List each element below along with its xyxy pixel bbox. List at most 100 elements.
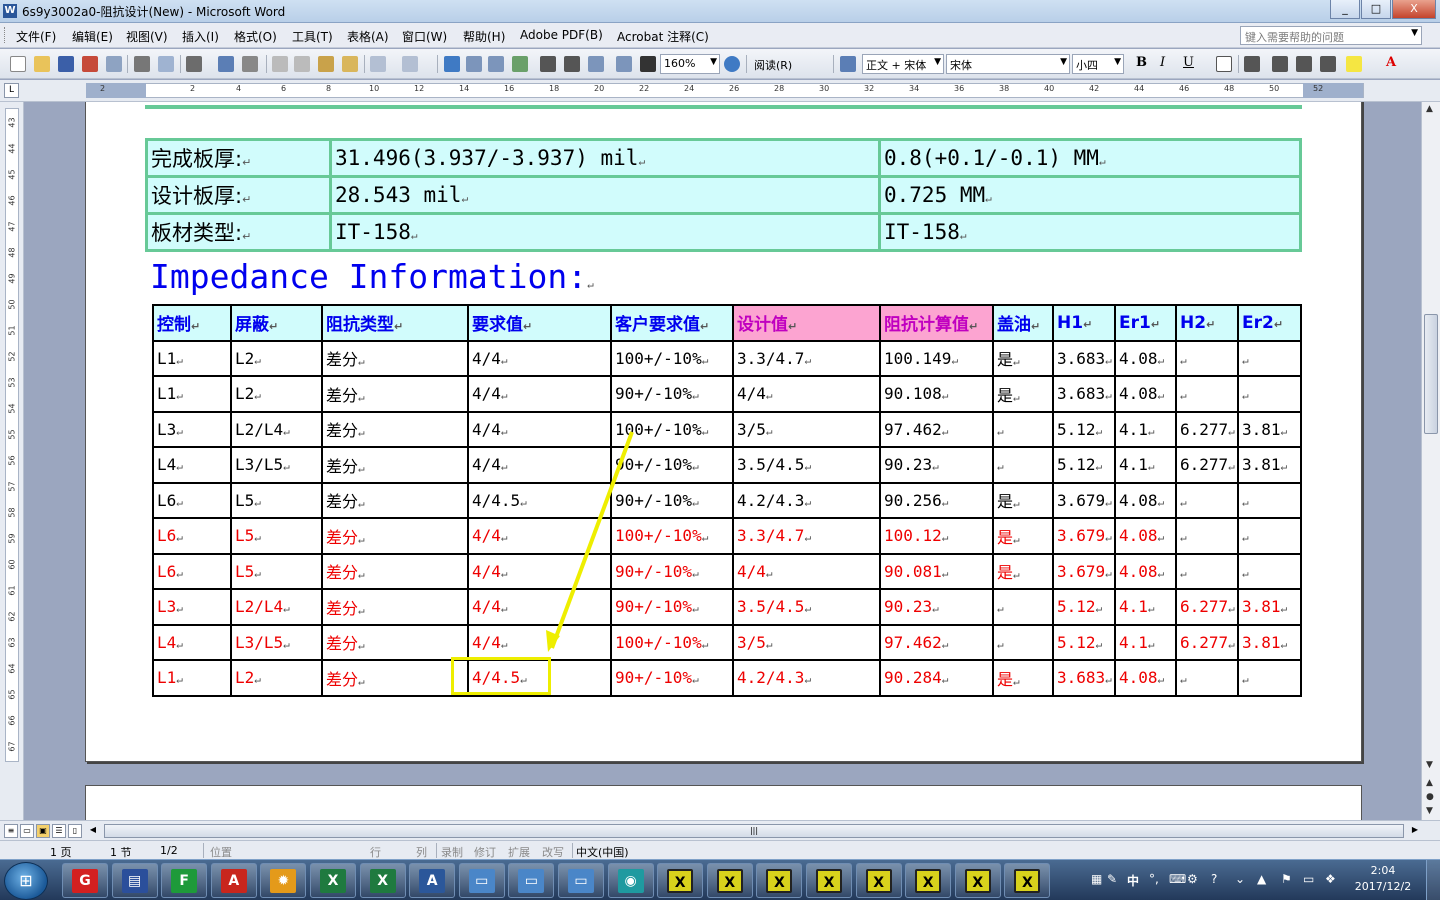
- next-page-icon[interactable]: ▼: [1426, 806, 1433, 816]
- styles-pane-icon[interactable]: [840, 56, 856, 72]
- research-icon[interactable]: [242, 56, 258, 72]
- taskbar-app-x-6[interactable]: X: [905, 863, 952, 898]
- table-cell[interactable]: 差分↵: [321, 481, 469, 519]
- table-cell[interactable]: 100.12↵: [879, 517, 994, 555]
- help-icon[interactable]: [724, 56, 740, 72]
- table-cell[interactable]: L2/L4↵: [230, 410, 323, 448]
- table-cell[interactable]: 差分↵: [321, 623, 469, 661]
- table-cell[interactable]: 是↵: [992, 552, 1054, 590]
- taskbar-app-x-2[interactable]: X: [706, 863, 753, 898]
- table-cell[interactable]: ↵: [1175, 552, 1239, 590]
- column-header[interactable]: 设计值↵: [732, 304, 881, 342]
- start-button[interactable]: ⊞: [4, 862, 48, 900]
- insert-table-icon[interactable]: [488, 56, 504, 72]
- document-map-icon[interactable]: [588, 56, 604, 72]
- menu-grip[interactable]: [4, 27, 7, 43]
- menu-tools[interactable]: 工具(T): [292, 28, 333, 45]
- table-cell[interactable]: 4/4↵: [467, 552, 612, 590]
- column-header[interactable]: 控制↵: [152, 304, 232, 342]
- print-icon[interactable]: [134, 56, 150, 72]
- zoom-select[interactable]: 160% ▼: [660, 54, 720, 74]
- table-cell[interactable]: L6↵: [152, 517, 232, 555]
- table-cell[interactable]: 4.1↵: [1114, 410, 1177, 448]
- column-header[interactable]: H2↵: [1175, 304, 1239, 342]
- table-cell[interactable]: 4/4↵: [467, 623, 612, 661]
- copy-icon[interactable]: [294, 56, 310, 72]
- taskbar-app-window-3[interactable]: ▭: [558, 863, 604, 898]
- table-cell[interactable]: 4/4↵: [467, 339, 612, 377]
- table-cell[interactable]: 100+/-10%↵: [610, 410, 734, 448]
- table-cell[interactable]: 4.08↵: [1114, 481, 1177, 519]
- scroll-down-icon[interactable]: ▼: [1426, 760, 1433, 770]
- app-tray-icon[interactable]: ❖: [1325, 872, 1336, 886]
- table-cell[interactable]: L4↵: [152, 623, 232, 661]
- table-cell[interactable]: ↵: [992, 410, 1054, 448]
- menu-view[interactable]: 视图(V): [126, 28, 168, 45]
- table-cell[interactable]: L5↵: [230, 517, 323, 555]
- table-cell[interactable]: ↵: [1175, 481, 1239, 519]
- table-cell[interactable]: ↵: [1175, 517, 1239, 555]
- table-cell[interactable]: 6.277↵: [1175, 446, 1239, 484]
- paste-icon[interactable]: [318, 56, 334, 72]
- table-cell[interactable]: 3.679↵: [1052, 552, 1116, 590]
- table-cell[interactable]: 3.683↵: [1052, 659, 1116, 697]
- info-value-mm[interactable]: 0.725 MM↵: [878, 175, 1302, 215]
- table-cell[interactable]: 3.3/4.7↵: [732, 517, 881, 555]
- scroll-thumb[interactable]: [1424, 314, 1438, 434]
- table-cell[interactable]: 3/5↵: [732, 623, 881, 661]
- table-cell[interactable]: 是↵: [992, 659, 1054, 697]
- browse-object-icon[interactable]: ●: [1426, 792, 1434, 802]
- table-cell[interactable]: 4.2/4.3↵: [732, 659, 881, 697]
- network-icon[interactable]: ▭: [1303, 872, 1314, 886]
- taskbar-app-window-1[interactable]: ▭: [458, 863, 505, 898]
- menu-adobe-pdf[interactable]: Adobe PDF(B): [520, 28, 603, 42]
- table-cell[interactable]: 90.23↵: [879, 446, 994, 484]
- scroll-right-icon[interactable]: ▶: [1408, 824, 1422, 838]
- table-cell[interactable]: 5.12↵: [1052, 410, 1116, 448]
- language-bar-icon[interactable]: ⌄: [1235, 872, 1245, 886]
- table-cell[interactable]: L2/L4↵: [230, 588, 323, 626]
- read-mode-button[interactable]: 阅读(R): [754, 57, 792, 73]
- taskbar-app-excel-2[interactable]: X: [359, 863, 406, 898]
- print-preview-icon[interactable]: [158, 56, 174, 72]
- taskbar-app-shell[interactable]: ✹: [260, 863, 307, 898]
- taskbar-app-window-2[interactable]: ▭: [508, 863, 555, 898]
- taskbar-app-x-7[interactable]: X: [954, 863, 1001, 898]
- column-header[interactable]: 阻抗计算值↵: [879, 304, 994, 342]
- help-search-input[interactable]: 键入需要帮助的问题 ▼: [1240, 26, 1422, 45]
- table-cell[interactable]: 3.81↵: [1237, 623, 1302, 661]
- table-cell[interactable]: 4/4↵: [467, 517, 612, 555]
- table-cell[interactable]: 97.462↵: [879, 410, 994, 448]
- cut-icon[interactable]: [272, 56, 288, 72]
- document-content[interactable]: 完成板厚:↵ 31.496(3.937/-3.937) mil↵ 0.8(+0.…: [0, 102, 1421, 762]
- taskbar-app-app-g[interactable]: G: [62, 863, 108, 898]
- char-border-icon[interactable]: [1216, 56, 1232, 72]
- hyperlink-icon[interactable]: [444, 56, 460, 72]
- taskbar-app-adobe[interactable]: A: [210, 863, 257, 898]
- table-cell[interactable]: 6.277↵: [1175, 588, 1239, 626]
- table-cell[interactable]: 90+/-10%↵: [610, 659, 734, 697]
- redo-icon[interactable]: [402, 56, 418, 72]
- table-cell[interactable]: ↵: [1237, 659, 1302, 697]
- info-value-mm[interactable]: IT-158↵: [878, 212, 1302, 252]
- table-cell[interactable]: 3.3/4.7↵: [732, 339, 881, 377]
- previous-page-icon[interactable]: ▲: [1426, 778, 1433, 788]
- table-cell[interactable]: ↵: [1237, 375, 1302, 413]
- show-hidden-icons-icon[interactable]: ▲: [1257, 872, 1266, 886]
- table-cell[interactable]: 3.679↵: [1052, 481, 1116, 519]
- table-cell[interactable]: 5.12↵: [1052, 446, 1116, 484]
- info-value-mil[interactable]: 31.496(3.937/-3.937) mil↵: [329, 138, 881, 178]
- table-cell[interactable]: 100+/-10%↵: [610, 623, 734, 661]
- table-cell[interactable]: L3↵: [152, 410, 232, 448]
- normal-view-icon[interactable]: ≡: [4, 824, 18, 838]
- drawing-icon[interactable]: [564, 56, 580, 72]
- reading-view-icon[interactable]: ▯: [68, 824, 82, 838]
- table-cell[interactable]: 4/4↵: [732, 375, 881, 413]
- table-cell[interactable]: 是↵: [992, 339, 1054, 377]
- table-cell[interactable]: L6↵: [152, 481, 232, 519]
- tab-selector[interactable]: L: [4, 83, 19, 98]
- table-cell[interactable]: 90+/-10%↵: [610, 481, 734, 519]
- table-cell[interactable]: ↵: [1237, 339, 1302, 377]
- table-cell[interactable]: ↵: [992, 446, 1054, 484]
- status-track-changes[interactable]: 修订: [474, 844, 496, 860]
